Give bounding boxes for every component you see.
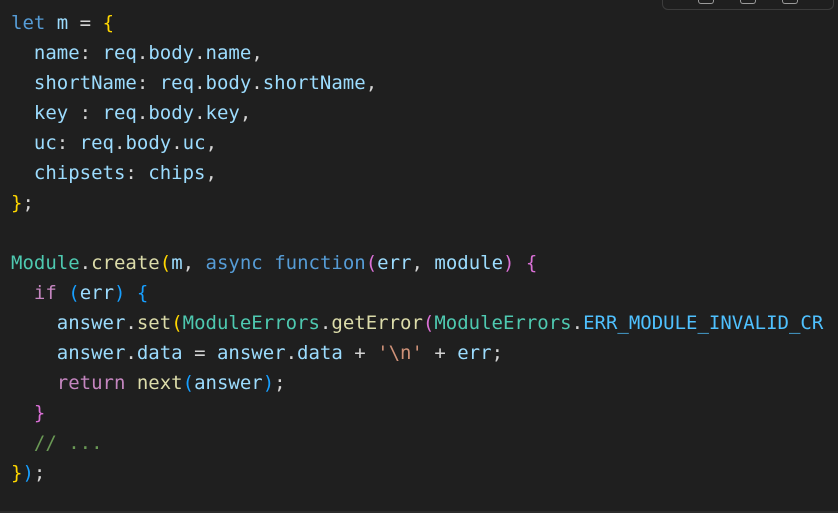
code-panel: let m = { name: req.body.name, shortName… xyxy=(0,0,838,513)
code-line: }); xyxy=(11,462,46,484)
code-line: key : req.body.key, xyxy=(33,102,252,124)
copy-icon[interactable] xyxy=(698,0,714,4)
code-line: // ... xyxy=(33,432,103,454)
code-line: answer.data = answer.data + '\n' + err; xyxy=(56,342,504,364)
code-line: }; xyxy=(11,192,34,214)
code-line: Module.create(m, async function(err, mod… xyxy=(11,252,538,274)
code-line: uc: req.body.uc, xyxy=(33,132,218,154)
code-line: return next(answer); xyxy=(56,372,286,394)
wrap-icon[interactable] xyxy=(740,0,756,4)
code-line: if (err) { xyxy=(33,282,149,304)
code-line: } xyxy=(33,402,46,424)
code-line: ​ xyxy=(11,218,823,248)
code-block[interactable]: let m = { name: req.body.name, shortName… xyxy=(11,8,823,488)
code-line: let m = { xyxy=(11,12,115,34)
code-line: name: req.body.name, xyxy=(33,42,263,64)
expand-icon[interactable] xyxy=(782,0,798,4)
code-line: answer.set(ModuleErrors.getError(ModuleE… xyxy=(56,312,824,334)
code-line: chipsets: chips, xyxy=(33,162,217,184)
code-line: shortName: req.body.shortName, xyxy=(33,72,378,94)
